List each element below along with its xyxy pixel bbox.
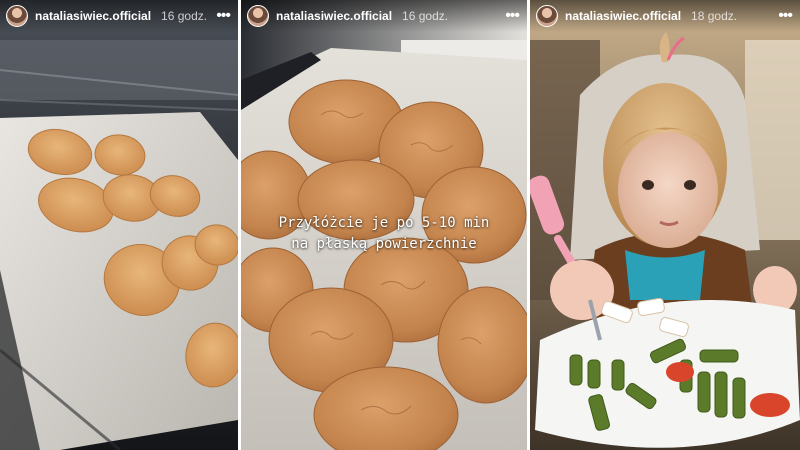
avatar[interactable] — [536, 5, 558, 27]
avatar[interactable] — [6, 5, 28, 27]
story-username[interactable]: nataliasiwiec.official — [276, 9, 392, 23]
story-caption: Przyłóżcie je po 5-10 min na płaską powi… — [241, 213, 527, 255]
story-header: nataliasiwiec.official 16 godz. ••• — [0, 0, 238, 32]
story-timestamp: 16 godz. — [161, 9, 208, 23]
more-options-icon[interactable]: ••• — [776, 6, 794, 26]
story-timestamp: 18 godz. — [691, 9, 738, 23]
story-photo-raw-cookies-in-oven — [0, 0, 238, 450]
story-panel-1[interactable]: nataliasiwiec.official 16 godz. ••• — [0, 0, 238, 450]
story-header: nataliasiwiec.official 16 godz. ••• — [241, 0, 527, 32]
caption-line-2: na płaską powierzchnie — [291, 236, 477, 252]
avatar[interactable] — [247, 5, 269, 27]
more-options-icon[interactable]: ••• — [214, 6, 232, 26]
stories-row: nataliasiwiec.official 16 godz. ••• nata… — [0, 0, 800, 450]
story-panel-2[interactable]: nataliasiwiec.official 16 godz. ••• Przy… — [241, 0, 527, 450]
story-timestamp: 16 godz. — [402, 9, 449, 23]
caption-line-1: Przyłóżcie je po 5-10 min — [278, 215, 490, 231]
story-header: nataliasiwiec.official 18 godz. ••• — [530, 0, 800, 32]
story-panel-3[interactable]: nataliasiwiec.official 18 godz. ••• — [530, 0, 800, 450]
more-options-icon[interactable]: ••• — [503, 6, 521, 26]
story-username[interactable]: nataliasiwiec.official — [565, 9, 681, 23]
story-username[interactable]: nataliasiwiec.official — [35, 9, 151, 23]
story-photo-toddler-eating — [530, 0, 800, 450]
